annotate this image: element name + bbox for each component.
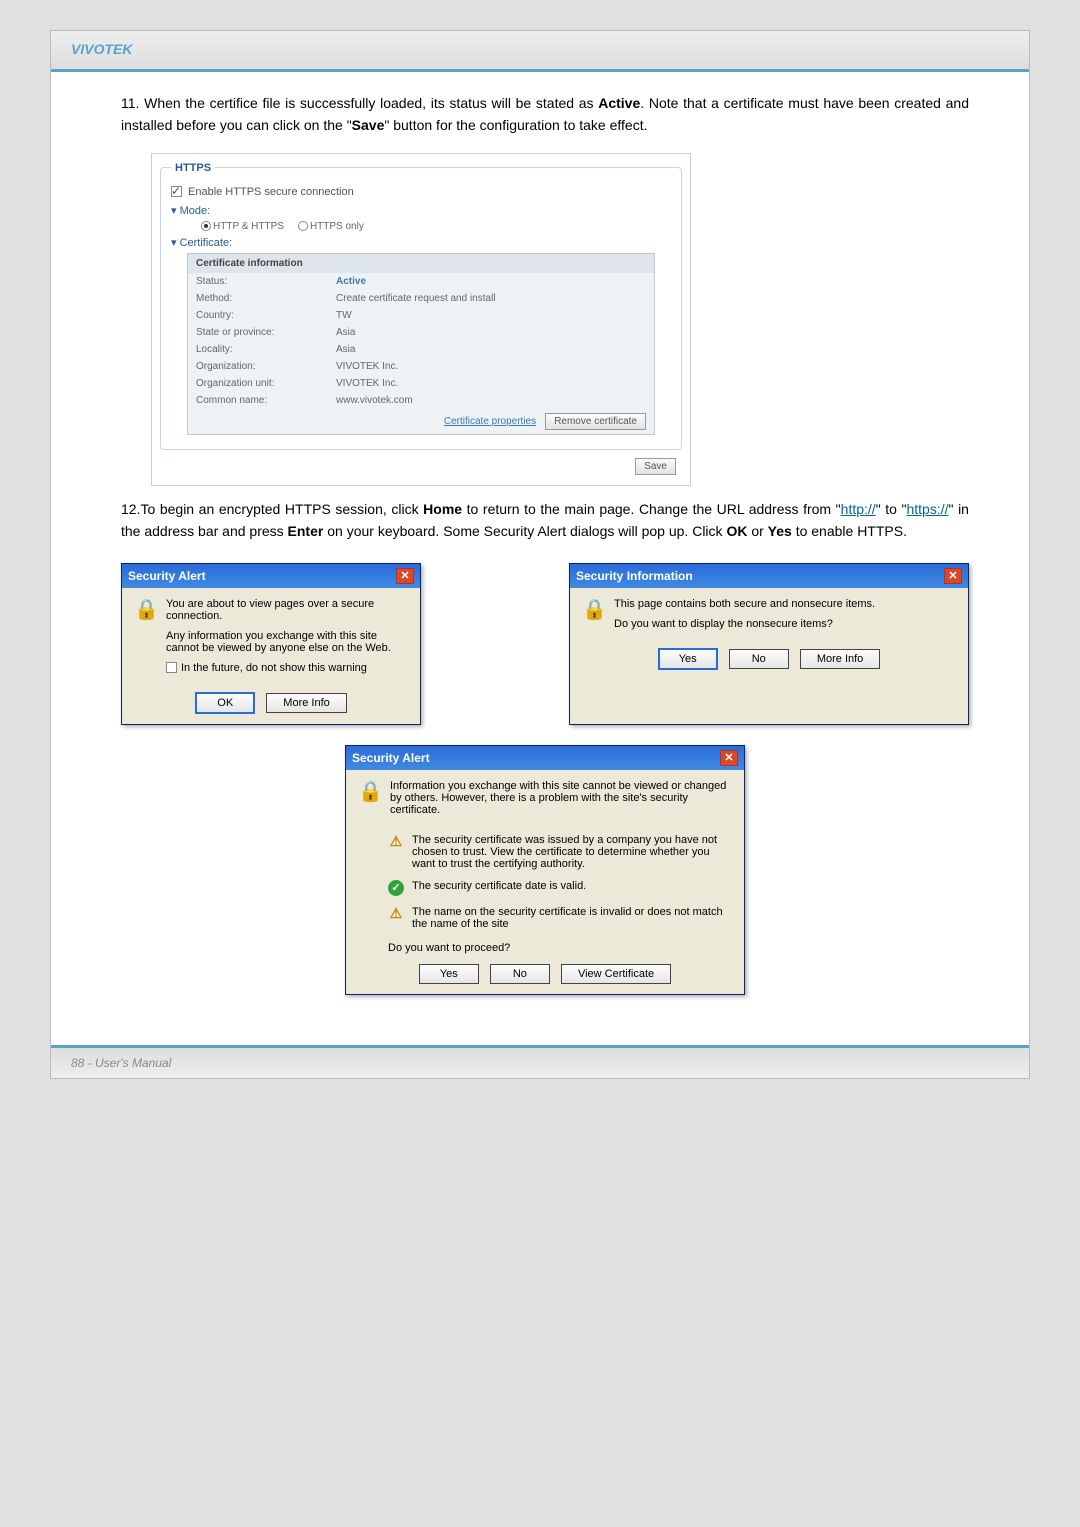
table-row: Organization unit:VIVOTEK Inc. <box>188 375 654 392</box>
suppress-warning-checkbox[interactable] <box>166 662 177 673</box>
dialog-row: Security Alert ✕ 🔒 You are about to view… <box>121 563 969 725</box>
yes-button[interactable]: Yes <box>419 964 479 984</box>
ok-button[interactable]: OK <box>195 692 255 714</box>
info-lock-icon: 🔒 <box>134 598 158 622</box>
https-url: https:// <box>906 501 948 517</box>
mode-label: ▾ Mode: <box>171 204 671 217</box>
table-row: Status:Active <box>188 273 654 290</box>
table-row: Locality:Asia <box>188 341 654 358</box>
close-icon[interactable]: ✕ <box>944 568 962 584</box>
dialog-title: Security Alert <box>352 751 430 765</box>
enable-https-label: Enable HTTPS secure connection <box>188 186 354 198</box>
table-row: State or province:Asia <box>188 324 654 341</box>
more-info-button[interactable]: More Info <box>266 693 346 713</box>
yes-button[interactable]: Yes <box>658 648 718 670</box>
step-number: 11. <box>121 95 139 111</box>
lock-warning-icon: 🔒 <box>582 598 606 622</box>
http-url: http:// <box>841 501 876 517</box>
step-11-text: 11. When the certifice file is successfu… <box>121 92 969 137</box>
no-button[interactable]: No <box>729 649 789 669</box>
step-number: 12. <box>121 501 140 517</box>
dialog-title: Security Alert <box>128 569 206 583</box>
lock-warning-icon: 🔒 <box>358 780 382 804</box>
step-12-text: 12.To begin an encrypted HTTPS session, … <box>121 498 969 543</box>
close-icon[interactable]: ✕ <box>396 568 414 584</box>
page-number: 88 - User's Manual <box>71 1056 171 1070</box>
certificate-label: ▾ Certificate: <box>171 236 671 249</box>
more-info-button[interactable]: More Info <box>800 649 880 669</box>
save-button[interactable]: Save <box>635 458 676 475</box>
warning-icon: ⚠ <box>388 834 404 850</box>
enable-https-checkbox[interactable] <box>171 186 182 197</box>
mode-https-only-radio[interactable] <box>298 221 308 231</box>
table-row: Organization:VIVOTEK Inc. <box>188 358 654 375</box>
cert-info-header: Certificate information <box>188 254 654 273</box>
check-icon: ✓ <box>388 880 404 896</box>
page-footer: 88 - User's Manual <box>51 1045 1029 1078</box>
warning-icon: ⚠ <box>388 906 404 922</box>
close-icon[interactable]: ✕ <box>720 750 738 766</box>
https-settings-screenshot: HTTPS Enable HTTPS secure connection ▾ M… <box>151 153 691 486</box>
page-body: 11. When the certifice file is successfu… <box>51 72 1029 1045</box>
table-row: Country:TW <box>188 307 654 324</box>
table-row: Method:Create certificate request and in… <box>188 290 654 307</box>
remove-cert-button[interactable]: Remove certificate <box>545 413 646 430</box>
document-page: VIVOTEK 11. When the certifice file is s… <box>50 30 1030 1079</box>
https-legend: HTTPS <box>171 162 215 174</box>
dialog-title: Security Information <box>576 569 693 583</box>
page-header: VIVOTEK <box>51 31 1029 72</box>
view-certificate-button[interactable]: View Certificate <box>561 964 671 984</box>
security-alert-dialog-2: Security Alert ✕ 🔒 Information you excha… <box>345 745 745 995</box>
cert-properties-link[interactable]: Certificate properties <box>444 416 536 427</box>
security-alert-dialog-1: Security Alert ✕ 🔒 You are about to view… <box>121 563 421 725</box>
cert-info-table: Certificate information Status:ActiveMet… <box>187 253 655 435</box>
security-information-dialog: Security Information ✕ 🔒 This page conta… <box>569 563 969 725</box>
mode-http-https-radio[interactable] <box>201 221 211 231</box>
no-button[interactable]: No <box>490 964 550 984</box>
table-row: Common name:www.vivotek.com <box>188 392 654 409</box>
brand-label: VIVOTEK <box>71 41 132 57</box>
